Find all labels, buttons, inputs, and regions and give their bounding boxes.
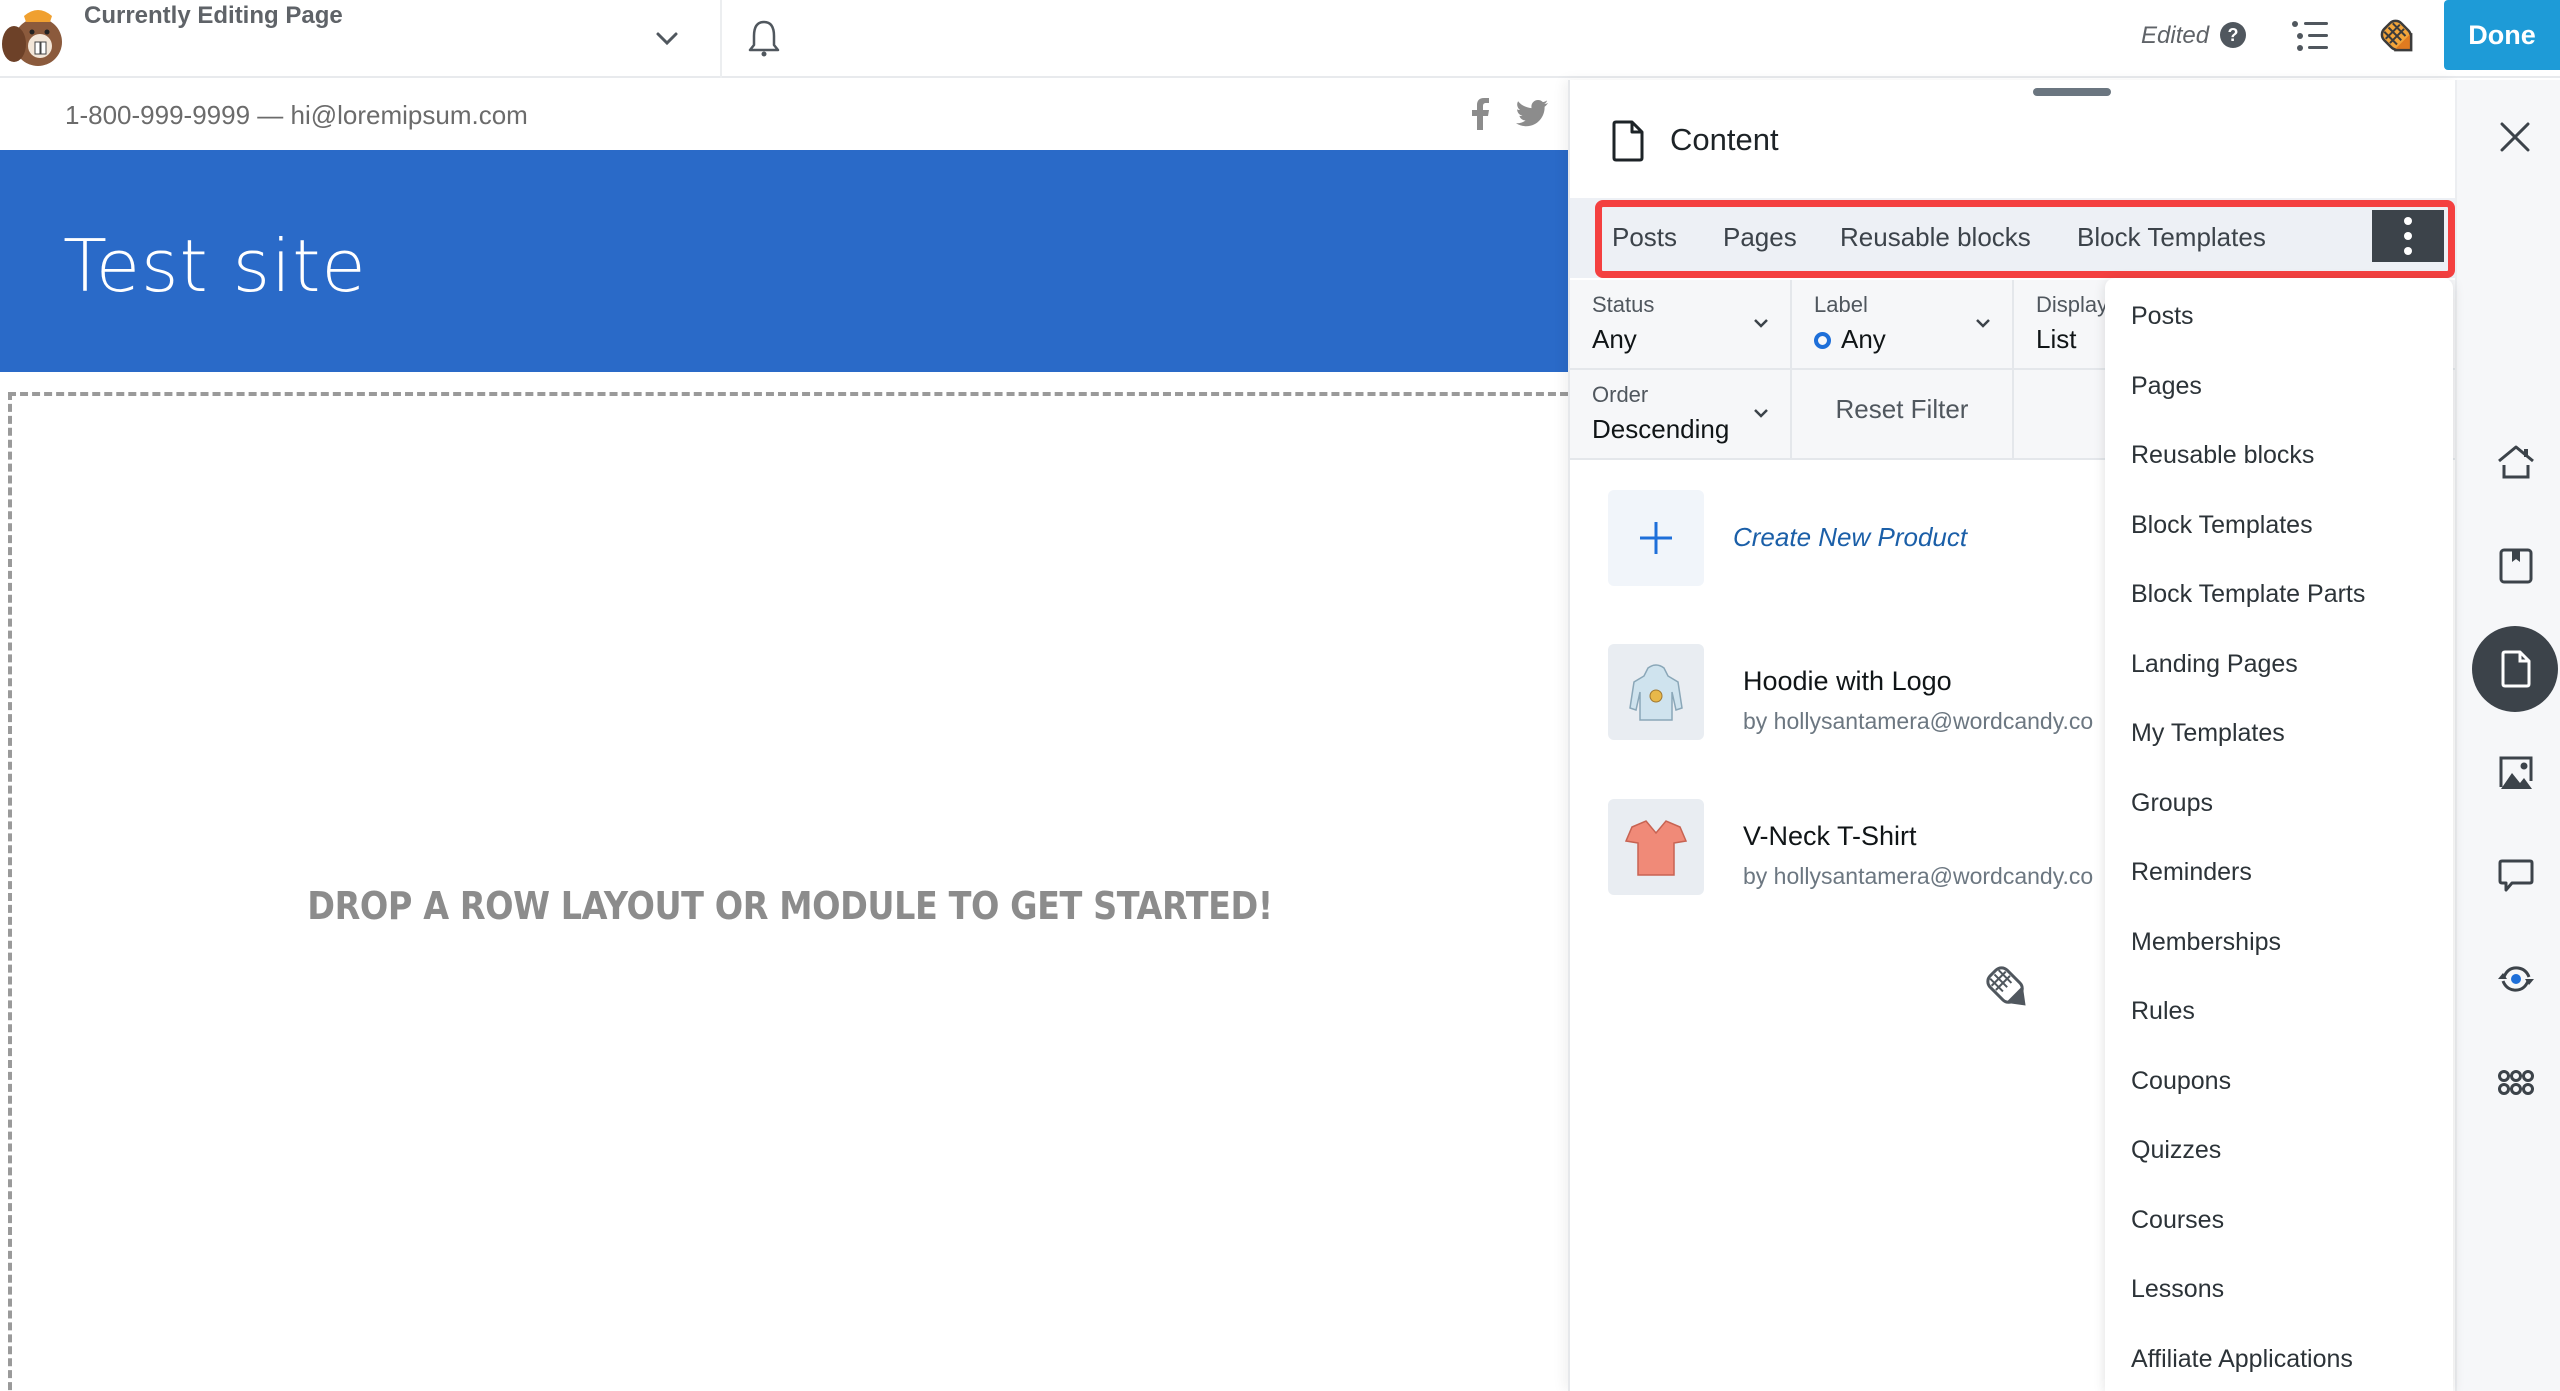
bell-icon[interactable]	[745, 18, 783, 58]
rail-revisions-button[interactable]	[2472, 936, 2558, 1022]
menu-item-block-template-parts[interactable]: Block Template Parts	[2131, 580, 2365, 609]
item-thumbnail	[1608, 644, 1704, 740]
item-thumbnail	[1608, 799, 1704, 895]
builder-pencil-icon[interactable]	[2375, 14, 2419, 58]
reset-filter-button[interactable]: Reset Filter	[1792, 370, 2014, 460]
outline-list-icon[interactable]	[2290, 20, 2330, 52]
post-types-menu: Posts Pages Reusable blocks Block Templa…	[2105, 278, 2453, 1391]
item-title: Hoodie with Logo	[1743, 666, 1952, 696]
menu-item-coupons[interactable]: Coupons	[2131, 1067, 2231, 1096]
drop-zone[interactable]: DROP A ROW LAYOUT OR MODULE TO GET START…	[8, 392, 1568, 1391]
home-icon	[2498, 445, 2534, 479]
label-color-dot	[1814, 332, 1831, 349]
display-filter-value: List	[2036, 324, 2077, 354]
drop-zone-message: DROP A ROW LAYOUT OR MODULE TO GET START…	[307, 884, 1273, 928]
editing-page-title[interactable]: Currently Editing Page	[84, 2, 343, 30]
done-button[interactable]: Done	[2444, 0, 2560, 70]
menu-item-lessons[interactable]: Lessons	[2131, 1275, 2224, 1304]
tshirt-image	[1624, 820, 1688, 876]
site-title: Test site	[63, 224, 367, 308]
revisions-icon	[2498, 966, 2534, 992]
apps-grid-icon	[2498, 1070, 2534, 1095]
chevron-down-icon	[1754, 319, 1768, 328]
page-icon	[1612, 120, 1644, 162]
order-filter-value: Descending	[1592, 414, 1730, 444]
menu-item-pages[interactable]: Pages	[2131, 372, 2202, 401]
beaver-logo-icon[interactable]	[0, 2, 70, 68]
twitter-icon[interactable]	[1516, 100, 1548, 128]
label-filter-label: Label	[1814, 292, 1868, 317]
product-tag-icon	[1986, 966, 2026, 1006]
label-filter-value: Any	[1841, 324, 1886, 354]
rail-comments-button[interactable]	[2472, 833, 2558, 919]
divider	[720, 0, 722, 78]
rail-home-button[interactable]	[2472, 420, 2558, 506]
order-filter[interactable]: Order Descending	[1570, 370, 1792, 460]
top-bar: Currently Editing Page Edited ? Done	[0, 0, 2560, 78]
label-filter-value-wrap: Any	[1814, 324, 1886, 355]
create-new-product-label: Create New Product	[1733, 522, 1968, 552]
menu-item-groups[interactable]: Groups	[2131, 789, 2213, 818]
menu-item-courses[interactable]: Courses	[2131, 1206, 2224, 1235]
display-filter-label: Display	[2036, 292, 2109, 317]
menu-item-rules[interactable]: Rules	[2131, 997, 2195, 1026]
reset-filter-label: Reset Filter	[1835, 394, 1969, 424]
saved-bookmark-icon	[2499, 548, 2533, 584]
label-filter[interactable]: Label Any	[1792, 280, 2014, 370]
menu-item-affiliate-applications[interactable]: Affiliate Applications	[2131, 1345, 2353, 1374]
status-filter[interactable]: Status Any	[1570, 280, 1792, 370]
menu-item-my-templates[interactable]: My Templates	[2131, 719, 2285, 748]
help-icon[interactable]: ?	[2220, 22, 2246, 48]
rail-saved-button[interactable]	[2472, 523, 2558, 609]
menu-item-posts[interactable]: Posts	[2131, 302, 2194, 331]
status-filter-label: Status	[1592, 292, 1655, 317]
menu-item-reusable-blocks[interactable]: Reusable blocks	[2131, 441, 2314, 470]
chevron-down-icon[interactable]	[650, 22, 684, 56]
order-filter-label: Order	[1592, 382, 1649, 407]
menu-item-block-templates[interactable]: Block Templates	[2131, 511, 2313, 540]
item-author: by hollysantamera@wordcandy.co	[1743, 708, 2094, 734]
list-item[interactable]: V-Neck T-Shirt by hollysantamera@wordcan…	[1608, 799, 2128, 899]
chevron-down-icon	[1976, 319, 1990, 328]
contact-info: 1-800-999-9999 — hi@loremipsum.com	[65, 100, 528, 130]
plus-icon	[1640, 522, 1672, 554]
panel-drag-handle[interactable]	[2033, 88, 2111, 96]
tabs-highlight-annotation	[1595, 200, 2455, 278]
media-image-icon	[2499, 756, 2533, 789]
facebook-icon[interactable]	[1468, 98, 1492, 130]
item-title: V-Neck T-Shirt	[1743, 821, 1917, 851]
create-thumb	[1608, 490, 1704, 586]
menu-item-reminders[interactable]: Reminders	[2131, 858, 2252, 887]
close-icon[interactable]	[2498, 120, 2532, 154]
site-header-banner: Test site	[0, 150, 1568, 372]
edit-status: Edited	[2141, 22, 2210, 49]
rail-apps-button[interactable]	[2472, 1039, 2558, 1125]
right-sidebar-rail	[2455, 80, 2560, 1391]
menu-item-landing-pages[interactable]: Landing Pages	[2131, 650, 2298, 679]
chevron-down-icon	[1754, 409, 1768, 418]
comments-icon	[2498, 859, 2534, 892]
page-canvas: 1-800-999-9999 — hi@loremipsum.com Test …	[0, 80, 1568, 1391]
hoodie-image	[1629, 664, 1683, 721]
rail-media-button[interactable]	[2472, 730, 2558, 816]
item-author: by hollysantamera@wordcandy.co	[1743, 863, 2094, 889]
panel-title: Content	[1670, 122, 1779, 157]
menu-item-quizzes[interactable]: Quizzes	[2131, 1136, 2221, 1165]
create-new-product[interactable]: Create New Product	[1608, 490, 2128, 590]
list-item[interactable]: Hoodie with Logo by hollysantamera@wordc…	[1608, 644, 2128, 744]
menu-item-memberships[interactable]: Memberships	[2131, 928, 2281, 957]
status-filter-value: Any	[1592, 324, 1637, 354]
content-page-icon	[2501, 650, 2531, 688]
rail-content-button[interactable]	[2472, 626, 2558, 712]
